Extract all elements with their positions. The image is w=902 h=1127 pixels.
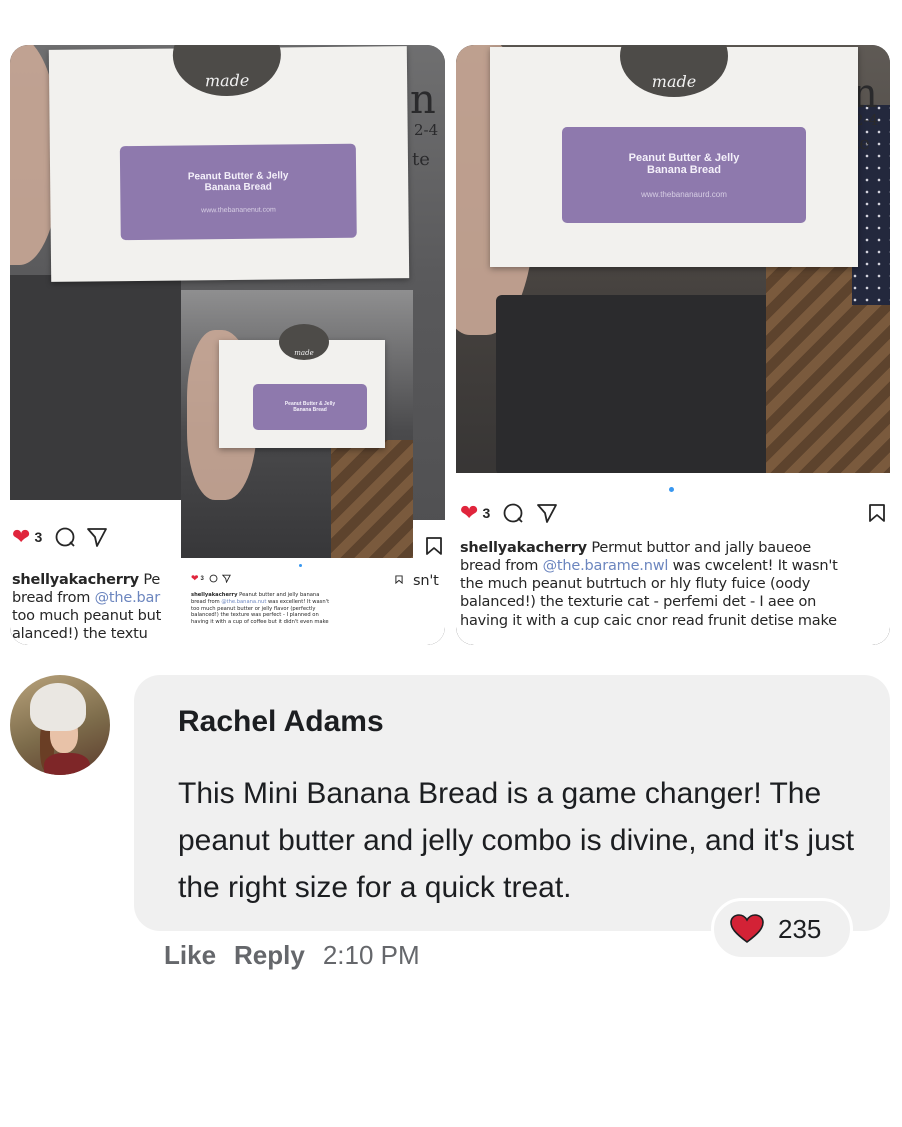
carousel-dot bbox=[299, 564, 302, 567]
left-post-footer: ❤ 3 shellyakacherry Pe bread from @the.b… bbox=[10, 500, 181, 645]
edge-text: 2-4 bbox=[414, 121, 439, 139]
brand-logo: made bbox=[279, 324, 329, 360]
edge-text: te bbox=[412, 149, 430, 170]
comment-text: This Mini Banana Bread is a game changer… bbox=[178, 777, 855, 904]
caption-text: the much peanut butrtuch or hly fluty fu… bbox=[460, 576, 811, 593]
product-card: made Peanut Butter & Jelly Banana Bread … bbox=[490, 45, 858, 267]
product-label: Peanut Butter & Jelly Banana Bread www.t… bbox=[562, 127, 806, 223]
reply-button[interactable]: Reply bbox=[234, 940, 305, 971]
share-icon[interactable] bbox=[86, 526, 108, 548]
comment-timestamp: 2:10 PM bbox=[322, 940, 420, 970]
comment-icon[interactable] bbox=[54, 526, 76, 548]
caption-text: balanced!) the texturie cat - perfemi de… bbox=[460, 594, 817, 611]
label-title-line1: Peanut Butter & Jelly bbox=[187, 169, 289, 182]
label-title-line2: Banana Bread bbox=[293, 407, 327, 413]
brand-logo-text: made bbox=[294, 349, 314, 357]
right-post-caption: shellyakacherry Permut buttor and jally … bbox=[460, 539, 890, 630]
brand-logo: made bbox=[172, 45, 282, 97]
wood-shape bbox=[331, 440, 413, 560]
brand-logo-text: made bbox=[651, 72, 697, 91]
bookmark-icon[interactable] bbox=[395, 575, 403, 584]
label-title-line2: Banana Bread bbox=[204, 181, 272, 193]
caption-text: balanced!) the texture was perfect - I p… bbox=[191, 612, 319, 619]
product-label: Peanut Butter & Jelly Banana Bread bbox=[253, 384, 367, 430]
avatar-scarf bbox=[44, 753, 90, 775]
comment-icon[interactable] bbox=[502, 502, 524, 524]
caption-text: bread from bbox=[12, 590, 95, 607]
caption-username[interactable]: shellyakacherry bbox=[460, 540, 587, 556]
comment-author[interactable]: Rachel Adams bbox=[178, 705, 384, 739]
bookmark-icon[interactable] bbox=[425, 536, 443, 556]
product-label: Peanut Butter & Jelly Banana Bread www.t… bbox=[119, 143, 357, 241]
inset-screenshot: made Peanut Butter & Jelly Banana Bread … bbox=[181, 290, 413, 645]
caption-username[interactable]: shellyakacherry bbox=[191, 592, 237, 598]
caption-mention[interactable]: @the.banana.nut bbox=[221, 599, 266, 605]
reaction-count: 235 bbox=[778, 913, 822, 944]
caption-text: bread from bbox=[460, 558, 543, 575]
caption-mention[interactable]: @the.bar bbox=[95, 590, 161, 606]
label-title-line1: Peanut Butter & Jelly bbox=[628, 151, 740, 164]
caption-text: Permut buttor and jally baueoe bbox=[586, 540, 812, 556]
caption-text: having it with a cup caic cnor read frun… bbox=[460, 612, 837, 629]
like-count: 3 bbox=[482, 505, 491, 521]
dark-surface-shape bbox=[496, 295, 811, 475]
heart-reaction-icon bbox=[730, 914, 764, 944]
caption-text: bread from bbox=[191, 598, 222, 605]
like-heart-icon[interactable]: ❤ bbox=[460, 502, 478, 524]
caption-overflow-text: sn't bbox=[413, 573, 439, 589]
left-photo[interactable]: n 2-4 te made Peanut Butter & Jelly Bana… bbox=[10, 45, 445, 645]
edge-text: n bbox=[410, 77, 436, 123]
left-post-overflow: sn't bbox=[413, 520, 445, 645]
like-heart-icon[interactable]: ❤ bbox=[191, 574, 199, 583]
left-post-caption: shellyakacherry Pe bread from @the.bar t… bbox=[12, 571, 181, 644]
brand-logo: made bbox=[620, 45, 728, 97]
comment-icon[interactable] bbox=[209, 574, 218, 583]
like-heart-icon[interactable]: ❤ bbox=[12, 526, 30, 548]
caption-text: too much peanut but bbox=[12, 608, 162, 625]
right-post-actions: ❤ 3 bbox=[460, 502, 558, 524]
caption-mention[interactable]: @the.barame.nwl bbox=[543, 558, 669, 574]
background-shape bbox=[10, 275, 181, 535]
caption-text: Peanut butter and jelly banana bbox=[237, 592, 320, 598]
brand-logo-text: made bbox=[204, 70, 250, 91]
share-icon[interactable] bbox=[536, 502, 558, 524]
like-button[interactable]: Like bbox=[164, 940, 216, 971]
right-photo[interactable]: n 2-4 te made Peanut Butter & Jelly Bana… bbox=[456, 45, 890, 645]
caption-text: Pe bbox=[138, 572, 161, 588]
caption-username[interactable]: shellyakacherry bbox=[12, 572, 139, 588]
share-icon[interactable] bbox=[221, 574, 231, 583]
comment-bubble: Rachel Adams This Mini Banana Bread is a… bbox=[134, 675, 890, 931]
caption-text: alanced!) the textu bbox=[12, 626, 148, 643]
caption-text: was cwcelent! It wasn't bbox=[668, 558, 838, 575]
caption-text: too much peanut butter or jelly flavor (… bbox=[191, 605, 316, 612]
inset-post-actions: ❤ 3 bbox=[191, 574, 231, 583]
label-url: www.thebananaurd.com bbox=[641, 189, 727, 199]
avatar[interactable] bbox=[10, 675, 110, 775]
caption-text: having it with a cup of coffee but it di… bbox=[191, 619, 329, 625]
inset-post-footer: ❤ 3 shellyakacherry Peanut butter and je… bbox=[181, 558, 413, 645]
comment-actions: Like Reply 2:10 PM bbox=[164, 940, 420, 971]
left-post-actions: ❤ 3 bbox=[12, 526, 108, 548]
product-card: made Peanut Butter & Jelly Banana Bread … bbox=[48, 45, 410, 282]
avatar-hat bbox=[30, 683, 86, 731]
bookmark-icon[interactable] bbox=[868, 503, 886, 523]
caption-text: was excellent! It wasn't bbox=[266, 598, 330, 605]
label-url: www.thebananenut.com bbox=[201, 206, 276, 214]
carousel-dot bbox=[669, 487, 674, 492]
label-title-line2: Banana Bread bbox=[647, 163, 721, 176]
like-count: 3 bbox=[200, 575, 204, 582]
inset-post-caption: shellyakacherry Peanut butter and jelly … bbox=[191, 592, 411, 626]
like-count: 3 bbox=[34, 529, 43, 545]
reaction-summary[interactable]: 235 bbox=[711, 898, 853, 960]
inset-product-card: made Peanut Butter & Jelly Banana Bread bbox=[219, 324, 385, 448]
right-post-footer: ❤ 3 shellyakacherry Permut buttor and ja… bbox=[456, 473, 890, 645]
